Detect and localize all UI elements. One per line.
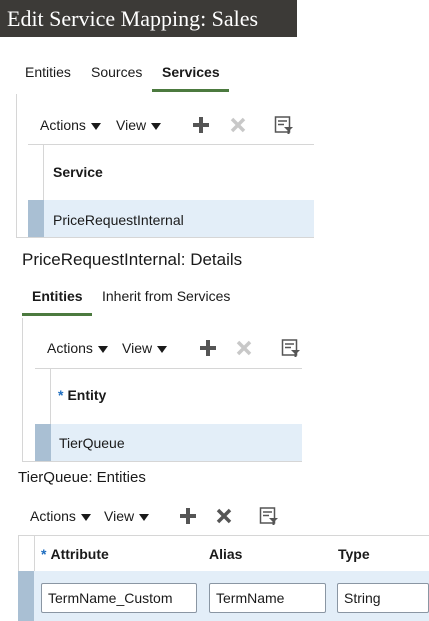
caret-down-icon: [97, 345, 108, 353]
caret-down-icon: [151, 122, 162, 130]
type-select[interactable]: String: [337, 583, 429, 613]
add-icon[interactable]: [179, 507, 197, 525]
alias-input[interactable]: TermName: [209, 583, 326, 613]
divider: [50, 369, 51, 424]
attribute-input[interactable]: TermName_Custom: [41, 583, 197, 613]
caret-down-icon: [139, 513, 150, 521]
add-icon[interactable]: [192, 116, 210, 134]
tab-services-indicator: [152, 89, 229, 92]
service-name-cell: PriceRequestInternal: [53, 212, 184, 228]
caret-down-icon: [80, 513, 91, 521]
row-selection-marker: [18, 571, 34, 621]
actions-menu[interactable]: Actions: [40, 117, 101, 133]
row-selection-marker: [35, 424, 51, 461]
divider: [16, 237, 314, 238]
view-menu[interactable]: View: [104, 508, 150, 524]
details-section-title: PriceRequestInternal: Details: [22, 250, 243, 269]
required-indicator: *: [41, 546, 47, 562]
tab-entities[interactable]: Entities: [25, 64, 71, 80]
column-header-type[interactable]: Type: [338, 546, 370, 562]
tab-details-entities[interactable]: Entities: [32, 288, 83, 304]
divider: [28, 144, 314, 145]
delete-icon[interactable]: [235, 339, 253, 357]
divider: [43, 145, 44, 200]
add-icon[interactable]: [199, 339, 217, 357]
filter-icon[interactable]: [259, 506, 279, 526]
entity-name-cell: TierQueue: [59, 435, 125, 451]
entities-section-title: TierQueue: Entities: [18, 469, 146, 486]
divider: [18, 535, 429, 536]
tab-services[interactable]: Services: [162, 64, 220, 80]
divider: [34, 536, 35, 571]
column-header-entity[interactable]: * Entity: [58, 387, 106, 403]
row-selection-marker: [28, 200, 44, 237]
tab-inherit-from-services[interactable]: Inherit from Services: [102, 288, 230, 304]
column-header-alias[interactable]: Alias: [209, 546, 242, 562]
caret-down-icon: [90, 122, 101, 130]
tab-sources[interactable]: Sources: [91, 64, 142, 80]
tab-entities-indicator: [22, 313, 92, 316]
actions-menu[interactable]: Actions: [30, 508, 91, 524]
column-header-service[interactable]: Service: [53, 164, 103, 180]
view-menu[interactable]: View: [116, 117, 162, 133]
caret-down-icon: [157, 345, 168, 353]
filter-icon[interactable]: [274, 115, 294, 135]
page-title: Edit Service Mapping: Sales: [0, 0, 297, 37]
details-panel-border: [22, 318, 23, 462]
delete-icon[interactable]: [229, 116, 247, 134]
filter-icon[interactable]: [281, 338, 301, 358]
delete-icon[interactable]: [215, 507, 233, 525]
divider: [35, 368, 302, 369]
actions-menu[interactable]: Actions: [47, 340, 108, 356]
required-indicator: *: [58, 387, 64, 403]
services-panel-border: [16, 94, 17, 238]
view-menu[interactable]: View: [122, 340, 168, 356]
column-header-attribute[interactable]: * Attribute: [41, 546, 109, 562]
divider: [22, 461, 302, 462]
